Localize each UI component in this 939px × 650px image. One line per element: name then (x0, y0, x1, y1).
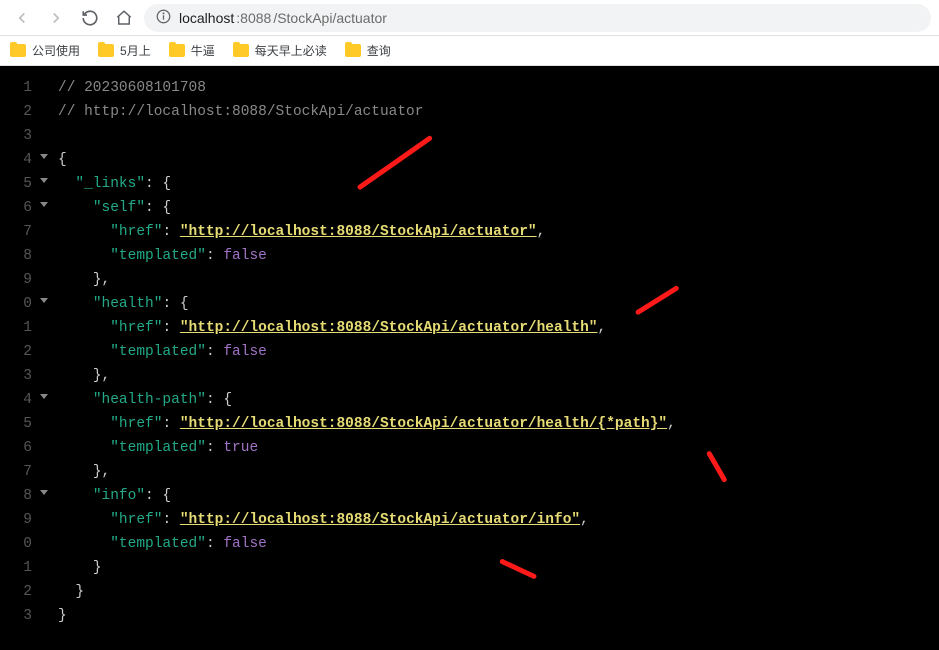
line-number[interactable]: 4 (0, 148, 38, 172)
home-button[interactable] (110, 4, 138, 32)
url-port: :8088 (236, 10, 271, 26)
json-key-templated: "templated" (110, 248, 206, 264)
url-bar[interactable]: localhost:8088/StockApi/actuator (144, 4, 931, 32)
json-key-health-path: "health-path" (93, 392, 206, 408)
json-bool: false (223, 248, 267, 264)
bookmark-item[interactable]: 查询 (345, 42, 391, 59)
folder-icon (345, 44, 361, 57)
line-number: 9 (0, 268, 38, 292)
json-link[interactable]: "http://localhost:8088/StockApi/actuator… (180, 416, 667, 432)
line-number: 1 (0, 76, 38, 100)
line-gutter: 1 2 3 4 5 6 7 8 9 0 1 2 3 4 5 6 7 8 9 0 … (0, 66, 38, 650)
fold-icon[interactable] (40, 154, 48, 159)
json-key-href: "href" (110, 320, 162, 336)
reload-button[interactable] (76, 4, 104, 32)
line-number: 3 (0, 364, 38, 388)
back-button[interactable] (8, 4, 36, 32)
json-bool: false (223, 536, 267, 552)
line-number: 3 (0, 124, 38, 148)
fold-icon[interactable] (40, 394, 48, 399)
folder-icon (169, 44, 185, 57)
forward-button[interactable] (42, 4, 70, 32)
json-link[interactable]: "http://localhost:8088/StockApi/actuator… (180, 224, 537, 240)
json-bool: false (223, 344, 267, 360)
json-key-href: "href" (110, 512, 162, 528)
fold-icon[interactable] (40, 178, 48, 183)
line-number[interactable]: 5 (0, 172, 38, 196)
line-number: 5 (0, 412, 38, 436)
line-number: 1 (0, 556, 38, 580)
line-number: 6 (0, 436, 38, 460)
folder-icon (233, 44, 249, 57)
fold-icon[interactable] (40, 202, 48, 207)
json-key-templated: "templated" (110, 344, 206, 360)
json-key-self: "self" (93, 200, 145, 216)
line-number: 8 (0, 244, 38, 268)
json-link[interactable]: "http://localhost:8088/StockApi/actuator… (180, 512, 580, 528)
json-key-href: "href" (110, 224, 162, 240)
line-number: 2 (0, 340, 38, 364)
bookmark-label: 5月上 (120, 42, 151, 59)
line-number: 7 (0, 220, 38, 244)
bookmark-label: 牛逼 (191, 42, 215, 59)
bookmark-item[interactable]: 每天早上必读 (233, 42, 327, 59)
fold-icon[interactable] (40, 490, 48, 495)
json-viewer: 1 2 3 4 5 6 7 8 9 0 1 2 3 4 5 6 7 8 9 0 … (0, 66, 939, 650)
url-host: localhost (179, 10, 234, 26)
url-path: /StockApi/actuator (273, 10, 387, 26)
bookmark-label: 查询 (367, 42, 391, 59)
code-content[interactable]: // 20230608101708 // http://localhost:80… (38, 66, 676, 650)
browser-toolbar: localhost:8088/StockApi/actuator (0, 0, 939, 36)
line-number: 2 (0, 580, 38, 604)
json-key-templated: "templated" (110, 536, 206, 552)
line-number[interactable]: 6 (0, 196, 38, 220)
line-number: 9 (0, 508, 38, 532)
line-number: 0 (0, 532, 38, 556)
site-info-icon[interactable] (156, 9, 171, 27)
line-number: 2 (0, 100, 38, 124)
url-text: localhost:8088/StockApi/actuator (179, 10, 387, 26)
annotation-stroke (706, 450, 728, 483)
line-number[interactable]: 8 (0, 484, 38, 508)
bookmark-label: 公司使用 (32, 42, 80, 59)
folder-icon (10, 44, 26, 57)
json-key-templated: "templated" (110, 440, 206, 456)
bookmarks-bar: 公司使用 5月上 牛逼 每天早上必读 查询 (0, 36, 939, 66)
bookmark-label: 每天早上必读 (255, 42, 327, 59)
line-number[interactable]: 4 (0, 388, 38, 412)
line-number: 1 (0, 316, 38, 340)
bookmark-item[interactable]: 公司使用 (10, 42, 80, 59)
folder-icon (98, 44, 114, 57)
bookmark-item[interactable]: 5月上 (98, 42, 151, 59)
line-number: 7 (0, 460, 38, 484)
comment-url: http://localhost:8088/StockApi/actuator (84, 104, 423, 120)
line-number[interactable]: 0 (0, 292, 38, 316)
json-link[interactable]: "http://localhost:8088/StockApi/actuator… (180, 320, 598, 336)
json-key-info: "info" (93, 488, 145, 504)
comment-timestamp: 20230608101708 (84, 80, 206, 96)
json-key-links: "_links" (75, 176, 145, 192)
fold-icon[interactable] (40, 298, 48, 303)
json-key-href: "href" (110, 416, 162, 432)
json-bool: true (223, 440, 258, 456)
json-key-health: "health" (93, 296, 163, 312)
line-number: 3 (0, 604, 38, 628)
bookmark-item[interactable]: 牛逼 (169, 42, 215, 59)
